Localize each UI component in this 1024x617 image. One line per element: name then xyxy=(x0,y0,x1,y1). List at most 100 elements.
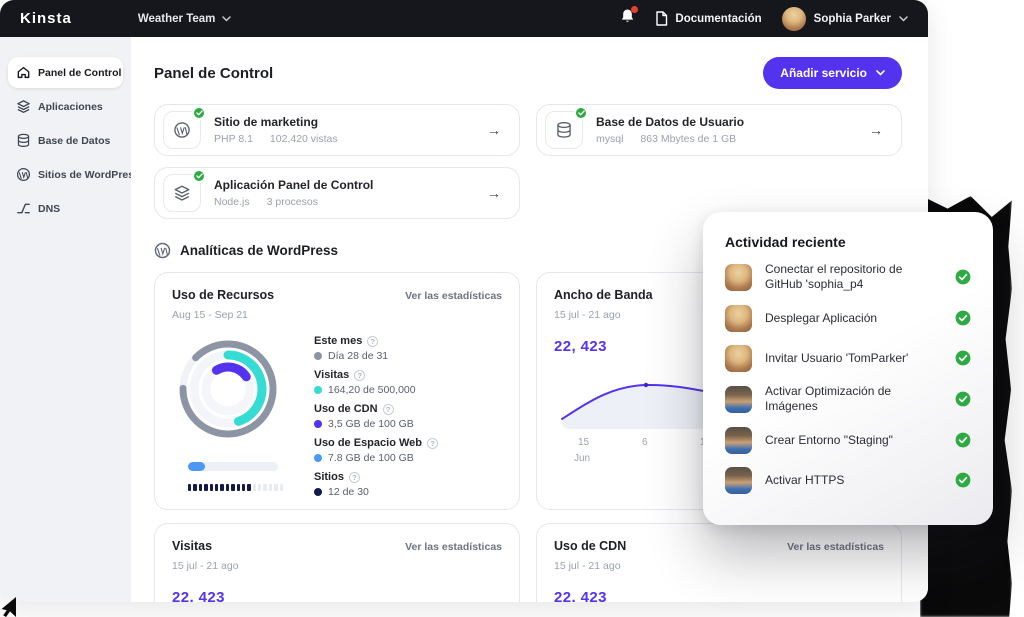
check-circle-icon xyxy=(955,269,971,285)
arrow-right-icon: → xyxy=(487,122,501,138)
database-icon xyxy=(16,133,31,148)
user-name: Sophia Parker xyxy=(814,13,891,25)
status-ok-badge xyxy=(192,106,206,120)
legend-item: Uso de CDN? 3,5 GB de 100 GB xyxy=(314,403,502,430)
check-circle-icon xyxy=(955,432,971,448)
resource-usage-card: Uso de Recursos Ver las estadísticas Aug… xyxy=(154,272,520,510)
legend-label: Uso de CDN xyxy=(314,403,378,415)
date-range: 15 jul - 21 ago xyxy=(554,560,884,572)
wordpress-icon xyxy=(163,111,201,149)
service-usage: 102,420 vistas xyxy=(270,133,338,145)
sidebar-item-dns[interactable]: DNS xyxy=(8,193,123,224)
info-icon[interactable]: ? xyxy=(383,404,394,415)
sidebar-item-aplicaciones[interactable]: Aplicaciones xyxy=(8,91,123,122)
chevron-down-icon xyxy=(876,70,885,76)
info-icon[interactable]: ? xyxy=(354,370,365,381)
service-card-user-database[interactable]: Base de Datos de Usuario mysql863 Mbytes… xyxy=(536,104,902,156)
user-menu[interactable]: Sophia Parker xyxy=(782,7,908,31)
view-stats-link[interactable]: Ver las estadísticas xyxy=(405,541,502,553)
avatar xyxy=(725,345,752,372)
sidebar-item-base-de-datos[interactable]: Base de Datos xyxy=(8,125,123,156)
service-title: Base de Datos de Usuario xyxy=(596,115,744,129)
x-tick: 6 xyxy=(642,437,648,448)
resource-donut-chart xyxy=(172,333,284,445)
kinsta-logo: Kinsta xyxy=(20,10,72,27)
wordpress-icon xyxy=(16,167,31,182)
status-ok-badge xyxy=(574,106,588,120)
view-stats-link[interactable]: Ver las estadísticas xyxy=(405,290,502,302)
layers-icon xyxy=(16,99,31,114)
legend-label: Este mes xyxy=(314,335,362,347)
legend-label: Sitios xyxy=(314,471,344,483)
service-card-marketing-site[interactable]: Sitio de marketing PHP 8.1102,420 vistas… xyxy=(154,104,520,156)
info-icon[interactable]: ? xyxy=(349,472,360,483)
notifications-button[interactable] xyxy=(620,8,635,29)
x-tick: 15 xyxy=(578,437,589,448)
check-circle-icon xyxy=(955,350,971,366)
service-title: Aplicación Panel de Control xyxy=(214,178,373,192)
view-stats-link[interactable]: Ver las estadísticas xyxy=(787,541,884,553)
activity-item[interactable]: Desplegar Aplicación xyxy=(725,304,971,332)
documentation-link[interactable]: Documentación xyxy=(655,11,761,26)
bottom-grid: Visitas Ver las estadísticas 15 jul - 21… xyxy=(154,523,902,602)
status-ok-badge xyxy=(192,169,206,183)
sidebar-item-sitios-de-wordpress[interactable]: Sitios de WordPress xyxy=(8,159,123,190)
activity-item[interactable]: Invitar Usuario 'TomParker' xyxy=(725,344,971,372)
avatar xyxy=(725,264,752,291)
card-title: Visitas xyxy=(172,539,212,553)
legend-item: Uso de Espacio Web? 7.8 GB de 100 GB xyxy=(314,437,502,464)
sidebar-item-panel-de-control[interactable]: Panel de Control xyxy=(8,57,123,88)
activity-label: Desplegar Aplicación xyxy=(765,311,877,326)
team-selector[interactable]: Weather Team xyxy=(138,13,232,25)
activity-label: Activar HTTPS xyxy=(765,473,844,488)
card-title: Ancho de Banda xyxy=(554,288,653,302)
layers-icon xyxy=(163,174,201,212)
database-icon xyxy=(545,111,583,149)
resource-legend: Este mes? Día 28 de 31 Visitas? 164,20 d… xyxy=(314,335,502,505)
activity-label: Invitar Usuario 'TomParker' xyxy=(765,351,908,366)
date-range: 15 jul - 21 ago xyxy=(172,560,502,572)
avatar xyxy=(725,305,752,332)
arrow-right-icon: → xyxy=(869,122,883,138)
arrow-right-icon: → xyxy=(487,185,501,201)
card-title: Uso de CDN xyxy=(554,539,626,553)
info-icon[interactable]: ? xyxy=(427,438,438,449)
sidebar-item-label: Base de Datos xyxy=(38,135,110,147)
avatar xyxy=(725,386,752,413)
legend-value: 3,5 GB de 100 GB xyxy=(328,418,414,430)
activity-item[interactable]: Conectar el repositorio de GitHub 'sophi… xyxy=(725,262,971,292)
activity-item[interactable]: Activar HTTPS xyxy=(725,466,971,494)
activity-item[interactable]: Activar Optimización de Imágenes xyxy=(725,384,971,414)
legend-item: Sitios? 12 de 30 xyxy=(314,471,502,498)
dns-icon xyxy=(16,201,31,216)
legend-dot xyxy=(314,386,322,394)
add-service-label: Añadir servicio xyxy=(780,66,867,80)
visits-card: Visitas Ver las estadísticas 15 jul - 21… xyxy=(154,523,520,602)
check-circle-icon xyxy=(955,391,971,407)
add-service-button[interactable]: Añadir servicio xyxy=(763,57,902,89)
card-title: Uso de Recursos xyxy=(172,288,274,302)
activity-item[interactable]: Crear Entorno "Staging" xyxy=(725,426,971,454)
document-icon xyxy=(655,11,668,26)
sidebar-item-label: Sitios de WordPress xyxy=(38,169,140,181)
section-title: Analíticas de WordPress xyxy=(180,243,338,258)
legend-value: 164,20 de 500,000 xyxy=(328,384,416,396)
recent-activity-panel: Actividad reciente Conectar el repositor… xyxy=(703,212,993,525)
visits-value: 22, 423 xyxy=(172,589,502,602)
legend-dot xyxy=(314,454,322,462)
service-card-dashboard-app[interactable]: Aplicación Panel de Control Node.js3 pro… xyxy=(154,167,520,219)
team-name: Weather Team xyxy=(138,13,216,25)
sidebar-item-label: Aplicaciones xyxy=(38,101,103,113)
screenshot-stage: Kinsta Weather Team Documentación Sophia… xyxy=(0,0,1024,617)
info-icon[interactable]: ? xyxy=(367,336,378,347)
legend-label: Uso de Espacio Web xyxy=(314,437,422,449)
home-icon xyxy=(16,65,31,80)
avatar xyxy=(725,467,752,494)
topbar: Kinsta Weather Team Documentación Sophia… xyxy=(0,0,928,37)
legend-label: Visitas xyxy=(314,369,349,381)
services-grid: Sitio de marketing PHP 8.1102,420 vistas… xyxy=(154,104,902,219)
notification-dot xyxy=(631,6,638,13)
legend-value: Día 28 de 31 xyxy=(328,350,388,362)
legend-item: Este mes? Día 28 de 31 xyxy=(314,335,502,362)
check-circle-icon xyxy=(955,310,971,326)
